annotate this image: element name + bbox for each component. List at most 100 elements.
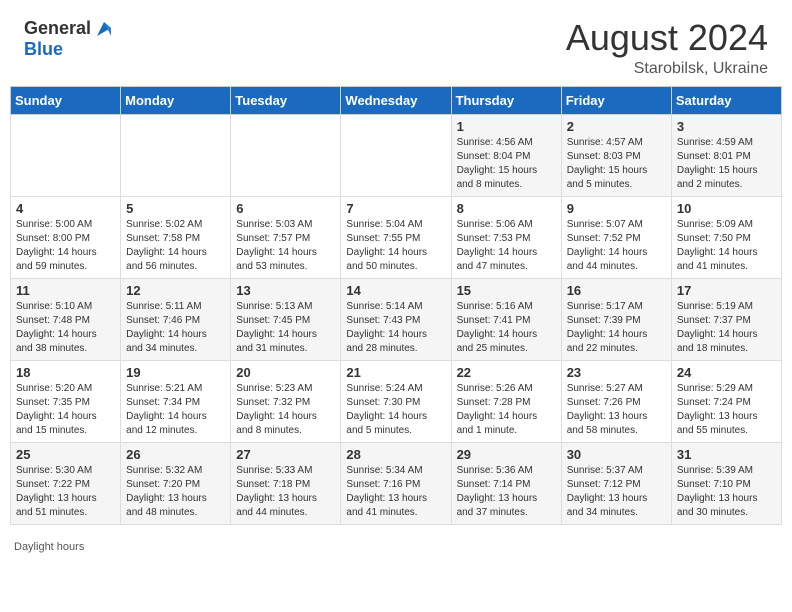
- col-tuesday: Tuesday: [231, 86, 341, 114]
- day-number: 1: [457, 119, 556, 134]
- day-info: Sunrise: 4:57 AM Sunset: 8:03 PM Dayligh…: [567, 136, 666, 192]
- location: Starobilsk, Ukraine: [566, 60, 768, 78]
- day-number: 29: [457, 447, 556, 462]
- calendar-cell: 24 Sunrise: 5:29 AM Sunset: 7:24 PM Dayli…: [671, 360, 781, 442]
- calendar-cell: 4Sunrise: 5:00 AM Sunset: 8:00 PM Daylig…: [11, 196, 121, 278]
- day-number: 6: [236, 201, 335, 216]
- calendar-week-5: 25 Sunrise: 5:30 AM Sunset: 7:22 PM Dayli…: [11, 442, 782, 524]
- day-number: 13: [236, 283, 335, 298]
- calendar-cell: 30Sunrise: 5:37 AM Sunset: 7:12 PM Dayli…: [561, 442, 671, 524]
- calendar-cell: 25 Sunrise: 5:30 AM Sunset: 7:22 PM Dayli…: [11, 442, 121, 524]
- calendar-cell: 29 Sunrise: 5:36 AM Sunset: 7:14 PM Dayli…: [451, 442, 561, 524]
- day-info: Sunrise: 5:37 AM Sunset: 7:12 PM Dayligh…: [567, 464, 666, 520]
- day-info: Sunrise: 5:30 AM Sunset: 7:22 PM Dayligh…: [16, 464, 115, 520]
- day-number: 10: [677, 201, 776, 216]
- footer-note: Daylight hours: [0, 535, 792, 559]
- col-monday: Monday: [121, 86, 231, 114]
- col-saturday: Saturday: [671, 86, 781, 114]
- day-number: 3: [677, 119, 776, 134]
- calendar-cell: 26 Sunrise: 5:32 AM Sunset: 7:20 PM Dayli…: [121, 442, 231, 524]
- day-number: 31: [677, 447, 776, 462]
- day-number: 24: [677, 365, 776, 380]
- day-info: Sunrise: 5:10 AM Sunset: 7:48 PM Dayligh…: [16, 300, 115, 356]
- month-year: August 2024: [566, 18, 768, 58]
- calendar-cell: 9 Sunrise: 5:07 AM Sunset: 7:52 PM Daylig…: [561, 196, 671, 278]
- calendar-cell: [341, 114, 451, 196]
- day-number: 14: [346, 283, 445, 298]
- calendar-cell: 10 Sunrise: 5:09 AM Sunset: 7:50 PM Dayli…: [671, 196, 781, 278]
- day-number: 18: [16, 365, 115, 380]
- day-info: Sunrise: 5:29 AM Sunset: 7:24 PM Dayligh…: [677, 382, 776, 438]
- day-info: Sunrise: 5:32 AM Sunset: 7:20 PM Dayligh…: [126, 464, 225, 520]
- calendar-week-1: 1 Sunrise: 4:56 AM Sunset: 8:04 PM Daylig…: [11, 114, 782, 196]
- calendar-week-2: 4Sunrise: 5:00 AM Sunset: 8:00 PM Daylig…: [11, 196, 782, 278]
- calendar-cell: 15 Sunrise: 5:16 AM Sunset: 7:41 PM Dayli…: [451, 278, 561, 360]
- col-thursday: Thursday: [451, 86, 561, 114]
- day-number: 19: [126, 365, 225, 380]
- day-number: 7: [346, 201, 445, 216]
- day-info: Sunrise: 5:17 AM Sunset: 7:39 PM Dayligh…: [567, 300, 666, 356]
- col-friday: Friday: [561, 86, 671, 114]
- logo-icon: [93, 18, 115, 40]
- calendar-week-4: 18Sunrise: 5:20 AM Sunset: 7:35 PM Dayli…: [11, 360, 782, 442]
- calendar-cell: 18Sunrise: 5:20 AM Sunset: 7:35 PM Dayli…: [11, 360, 121, 442]
- day-info: Sunrise: 5:23 AM Sunset: 7:32 PM Dayligh…: [236, 382, 335, 438]
- day-info: Sunrise: 4:56 AM Sunset: 8:04 PM Dayligh…: [457, 136, 556, 192]
- day-number: 27: [236, 447, 335, 462]
- col-sunday: Sunday: [11, 86, 121, 114]
- day-info: Sunrise: 5:26 AM Sunset: 7:28 PM Dayligh…: [457, 382, 556, 438]
- calendar-cell: 14 Sunrise: 5:14 AM Sunset: 7:43 PM Dayli…: [341, 278, 451, 360]
- day-number: 22: [457, 365, 556, 380]
- calendar-cell: 16 Sunrise: 5:17 AM Sunset: 7:39 PM Dayli…: [561, 278, 671, 360]
- calendar-cell: 11Sunrise: 5:10 AM Sunset: 7:48 PM Dayli…: [11, 278, 121, 360]
- day-number: 15: [457, 283, 556, 298]
- day-info: Sunrise: 5:09 AM Sunset: 7:50 PM Dayligh…: [677, 218, 776, 274]
- calendar-cell: 17 Sunrise: 5:19 AM Sunset: 7:37 PM Dayli…: [671, 278, 781, 360]
- calendar-week-3: 11Sunrise: 5:10 AM Sunset: 7:48 PM Dayli…: [11, 278, 782, 360]
- day-number: 16: [567, 283, 666, 298]
- calendar-cell: 2 Sunrise: 4:57 AM Sunset: 8:03 PM Daylig…: [561, 114, 671, 196]
- title-block: August 2024 Starobilsk, Ukraine: [566, 18, 768, 78]
- day-number: 25: [16, 447, 115, 462]
- day-info: Sunrise: 5:36 AM Sunset: 7:14 PM Dayligh…: [457, 464, 556, 520]
- calendar-cell: [121, 114, 231, 196]
- logo: General Blue: [24, 18, 115, 60]
- day-number: 20: [236, 365, 335, 380]
- day-info: Sunrise: 5:16 AM Sunset: 7:41 PM Dayligh…: [457, 300, 556, 356]
- calendar-cell: 8Sunrise: 5:06 AM Sunset: 7:53 PM Daylig…: [451, 196, 561, 278]
- day-number: 26: [126, 447, 225, 462]
- logo-general: General: [24, 19, 91, 39]
- day-info: Sunrise: 5:33 AM Sunset: 7:18 PM Dayligh…: [236, 464, 335, 520]
- day-info: Sunrise: 5:03 AM Sunset: 7:57 PM Dayligh…: [236, 218, 335, 274]
- day-number: 2: [567, 119, 666, 134]
- day-number: 9: [567, 201, 666, 216]
- day-info: Sunrise: 4:59 AM Sunset: 8:01 PM Dayligh…: [677, 136, 776, 192]
- calendar-cell: 5Sunrise: 5:02 AM Sunset: 7:58 PM Daylig…: [121, 196, 231, 278]
- calendar-cell: 31Sunrise: 5:39 AM Sunset: 7:10 PM Dayli…: [671, 442, 781, 524]
- page-header: General Blue August 2024 Starobilsk, Ukr…: [0, 0, 792, 86]
- day-info: Sunrise: 5:11 AM Sunset: 7:46 PM Dayligh…: [126, 300, 225, 356]
- calendar-cell: [11, 114, 121, 196]
- day-number: 17: [677, 283, 776, 298]
- calendar-cell: 12Sunrise: 5:11 AM Sunset: 7:46 PM Dayli…: [121, 278, 231, 360]
- day-info: Sunrise: 5:19 AM Sunset: 7:37 PM Dayligh…: [677, 300, 776, 356]
- calendar-cell: 20 Sunrise: 5:23 AM Sunset: 7:32 PM Dayli…: [231, 360, 341, 442]
- calendar-cell: 7 Sunrise: 5:04 AM Sunset: 7:55 PM Daylig…: [341, 196, 451, 278]
- logo-blue: Blue: [24, 39, 63, 59]
- day-info: Sunrise: 5:14 AM Sunset: 7:43 PM Dayligh…: [346, 300, 445, 356]
- header-row: Sunday Monday Tuesday Wednesday Thursday…: [11, 86, 782, 114]
- day-info: Sunrise: 5:13 AM Sunset: 7:45 PM Dayligh…: [236, 300, 335, 356]
- day-number: 21: [346, 365, 445, 380]
- calendar: Sunday Monday Tuesday Wednesday Thursday…: [0, 86, 792, 535]
- calendar-cell: 23Sunrise: 5:27 AM Sunset: 7:26 PM Dayli…: [561, 360, 671, 442]
- calendar-cell: 3 Sunrise: 4:59 AM Sunset: 8:01 PM Daylig…: [671, 114, 781, 196]
- calendar-table: Sunday Monday Tuesday Wednesday Thursday…: [10, 86, 782, 525]
- day-number: 8: [457, 201, 556, 216]
- day-number: 28: [346, 447, 445, 462]
- day-number: 23: [567, 365, 666, 380]
- calendar-cell: 21Sunrise: 5:24 AM Sunset: 7:30 PM Dayli…: [341, 360, 451, 442]
- day-info: Sunrise: 5:04 AM Sunset: 7:55 PM Dayligh…: [346, 218, 445, 274]
- calendar-cell: 19Sunrise: 5:21 AM Sunset: 7:34 PM Dayli…: [121, 360, 231, 442]
- day-info: Sunrise: 5:07 AM Sunset: 7:52 PM Dayligh…: [567, 218, 666, 274]
- day-number: 5: [126, 201, 225, 216]
